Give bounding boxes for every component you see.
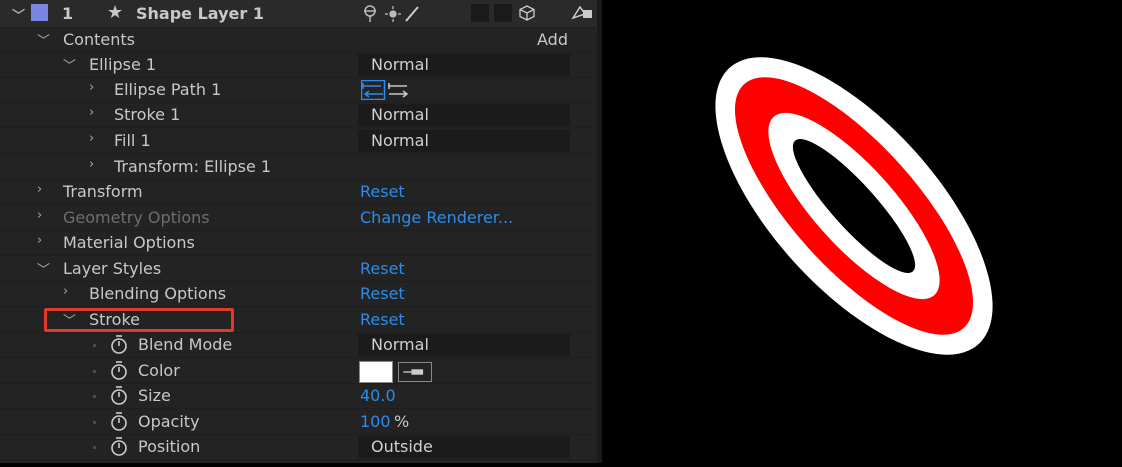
ellipse-stroke-chevron-icon[interactable]: ›	[89, 105, 94, 120]
geometry-options-row[interactable]: › Geometry Options Change Renderer...	[0, 206, 597, 231]
blend-mode-label: Blend Mode	[138, 335, 233, 354]
material-options-label: Material Options	[63, 233, 195, 252]
blending-options-row[interactable]: › Blending Options Reset	[0, 282, 597, 307]
size-row[interactable]: Size 40.0	[0, 384, 597, 409]
color-swatch[interactable]	[359, 361, 393, 383]
color-label: Color	[138, 361, 180, 380]
parent-pickwhip-icon[interactable]	[570, 3, 596, 23]
opacity-unit: %	[394, 412, 410, 431]
layer-styles-reset-link[interactable]: Reset	[360, 259, 405, 278]
ellipse-path-row[interactable]: › Ellipse Path 1	[0, 78, 597, 103]
opacity-value[interactable]: 100	[360, 412, 391, 431]
shape-layer-star-icon: ★	[107, 2, 124, 23]
position-dropdown[interactable]: Outside	[358, 436, 570, 458]
position-row[interactable]: Position Outside	[0, 435, 597, 460]
label-color-swatch[interactable]	[31, 4, 48, 21]
blending-chevron-icon[interactable]: ›	[63, 284, 68, 299]
layer-styles-label: Layer Styles	[63, 259, 162, 278]
layer-styles-row[interactable]: ﹀ Layer Styles Reset	[0, 257, 597, 282]
ellipse-path-chevron-icon[interactable]: ›	[89, 80, 94, 95]
collapse-transformations-icon	[385, 6, 401, 22]
path-direction-reverse-icon	[388, 83, 409, 98]
stopwatch-icon[interactable]	[110, 436, 128, 456]
stopwatch-icon[interactable]	[110, 360, 128, 380]
geometry-chevron-icon[interactable]: ›	[37, 208, 42, 223]
stroke-highlight-box	[44, 308, 234, 332]
ellipse-transform-row[interactable]: › Transform: Ellipse 1	[0, 155, 597, 180]
indent-dot	[93, 421, 96, 424]
opacity-label: Opacity	[138, 412, 200, 431]
path-direction-icons[interactable]	[361, 80, 411, 100]
material-chevron-icon[interactable]: ›	[37, 233, 42, 248]
ellipse-group-row[interactable]: ﹀ Ellipse 1 Normal	[0, 53, 597, 78]
stopwatch-icon[interactable]	[110, 334, 128, 354]
3d-layer-icon[interactable]	[518, 4, 536, 22]
geometry-options-label: Geometry Options	[63, 208, 210, 227]
transform-reset-link[interactable]: Reset	[360, 182, 405, 201]
layer-row[interactable]: ﹀ 1 ★ Shape Layer 1	[0, 0, 597, 28]
material-options-row[interactable]: › Material Options	[0, 231, 597, 256]
ellipse-expanded-chevron-icon[interactable]: ﹀	[63, 55, 76, 74]
indent-dot	[93, 395, 96, 398]
ellipse-stroke-row[interactable]: › Stroke 1 Normal	[0, 103, 597, 128]
stopwatch-icon[interactable]	[110, 411, 128, 431]
ellipse-fill-row[interactable]: › Fill 1 Normal	[0, 129, 597, 154]
layer-collapse-icon[interactable]: ﹀	[12, 5, 25, 24]
stopwatch-icon[interactable]	[110, 385, 128, 405]
timeline-panel: ﹀ 1 ★ Shape Layer 1 ﹀ Contents Add ﹀ Ell…	[0, 0, 597, 463]
quality-icon	[405, 6, 419, 22]
layer-name[interactable]: Shape Layer 1	[136, 4, 264, 23]
size-value[interactable]: 40.0	[360, 386, 396, 405]
ellipse-transform-label: Transform: Ellipse 1	[114, 157, 272, 176]
position-label: Position	[138, 437, 201, 456]
ellipse-stroke-label: Stroke 1	[114, 105, 181, 124]
ellipse-blend-mode-dropdown[interactable]: Normal	[358, 54, 570, 76]
blend-mode-dropdown[interactable]: Normal	[358, 334, 570, 356]
change-renderer-link[interactable]: Change Renderer...	[360, 208, 513, 227]
color-row[interactable]: Color	[0, 359, 597, 384]
indent-dot	[93, 344, 96, 347]
ellipse-path-label: Ellipse Path 1	[114, 80, 222, 99]
shy-icon	[364, 5, 376, 22]
transform-row[interactable]: › Transform Reset	[0, 180, 597, 205]
ellipse-fill-blend-dropdown[interactable]: Normal	[358, 130, 570, 152]
layer-styles-expanded-chevron-icon[interactable]: ﹀	[37, 259, 50, 278]
indent-dot	[93, 370, 96, 373]
ellipse-fill-label: Fill 1	[114, 131, 151, 150]
blending-reset-link[interactable]: Reset	[360, 284, 405, 303]
composition-viewer[interactable]	[602, 0, 1122, 463]
transform-chevron-icon[interactable]: ›	[37, 182, 42, 197]
contents-label: Contents	[63, 30, 135, 49]
size-label: Size	[138, 386, 171, 405]
contents-row[interactable]: ﹀ Contents Add	[0, 28, 597, 53]
ellipse-transform-chevron-icon[interactable]: ›	[89, 157, 94, 172]
indent-dot	[93, 446, 96, 449]
ellipse-label: Ellipse 1	[89, 55, 157, 74]
transform-label: Transform	[63, 182, 143, 201]
motion-blur-switch[interactable]	[494, 4, 512, 22]
add-button[interactable]: Add	[537, 30, 568, 49]
ellipse-fill-chevron-icon[interactable]: ›	[89, 131, 94, 146]
composition-canvas	[715, 57, 993, 355]
blend-mode-row[interactable]: Blend Mode Normal	[0, 333, 597, 358]
layer-number: 1	[62, 4, 74, 23]
stroke-style-reset-link[interactable]: Reset	[360, 310, 405, 329]
effects-switch[interactable]	[471, 4, 489, 22]
layer-switches[interactable]	[362, 5, 420, 23]
path-direction-default-icon	[361, 80, 386, 100]
contents-expanded-chevron-icon[interactable]: ﹀	[37, 30, 50, 49]
eyedropper-icon[interactable]	[398, 362, 432, 382]
opacity-row[interactable]: Opacity 100 %	[0, 410, 597, 435]
blending-options-label: Blending Options	[89, 284, 227, 303]
ellipse-stroke-blend-dropdown[interactable]: Normal	[358, 104, 570, 126]
